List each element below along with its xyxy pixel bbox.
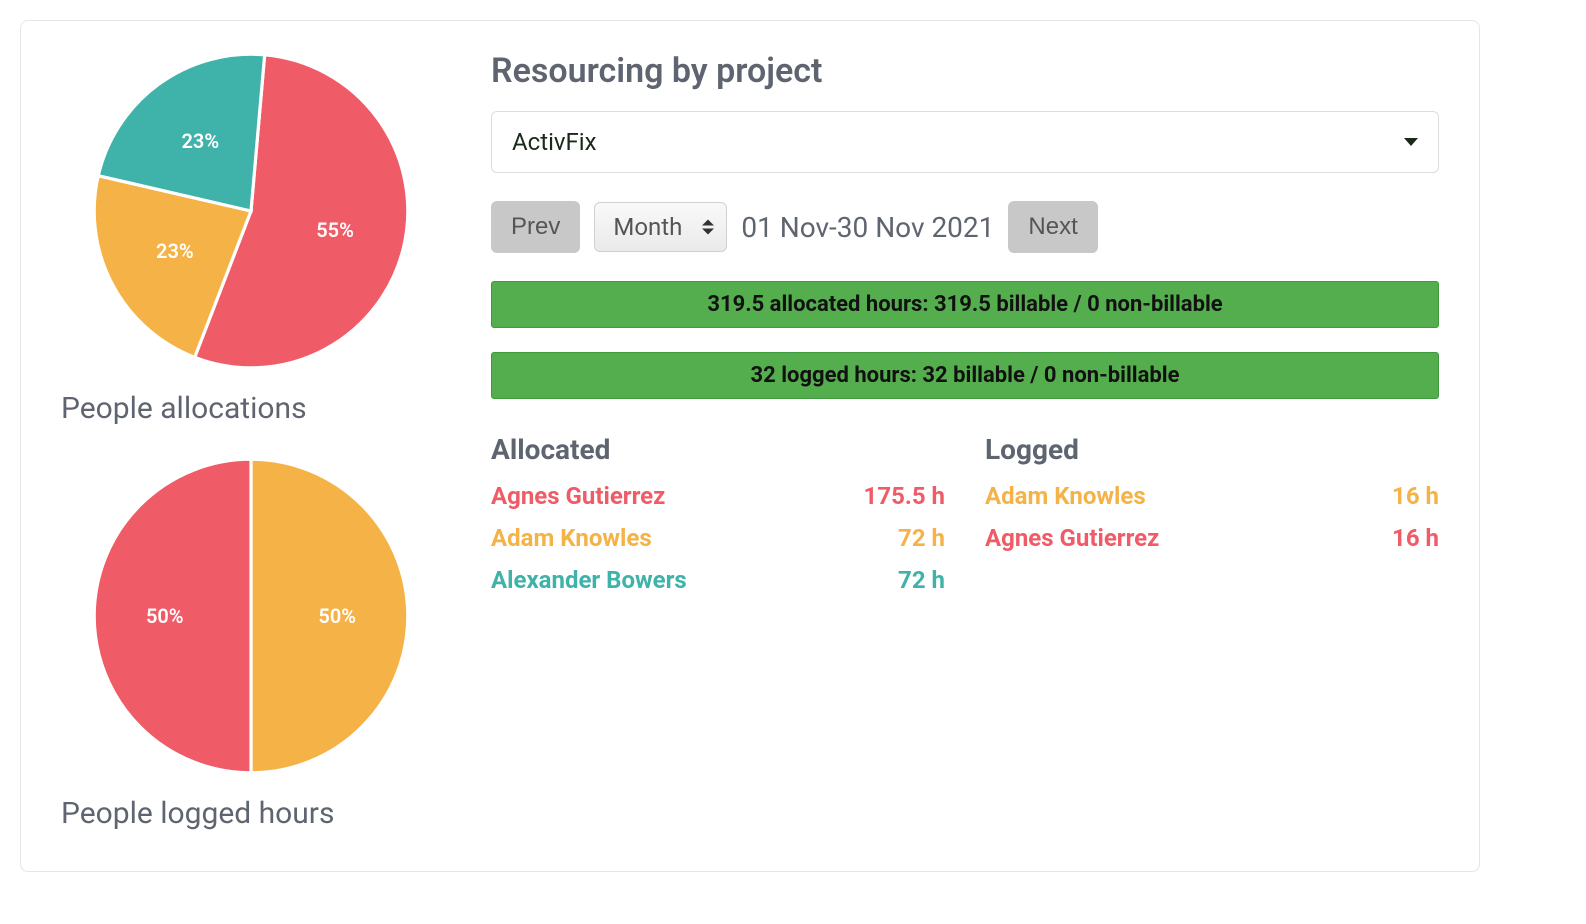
- allocations-pie-svg: [91, 51, 411, 371]
- logged-heading: Logged: [985, 433, 1439, 466]
- person-hours: 16 h: [1392, 524, 1439, 552]
- pie-slice-label: 23%: [156, 239, 194, 263]
- logged-pie-chart: 50% 50%: [91, 456, 411, 776]
- logged-hours-bar: 32 logged hours: 32 billable / 0 non-bil…: [491, 352, 1439, 399]
- date-range: 01 Nov-30 Nov 2021: [741, 211, 994, 244]
- pie-slice-label: 55%: [316, 218, 354, 242]
- logged-pie-svg: [91, 456, 411, 776]
- person-hours: 16 h: [1392, 482, 1439, 510]
- details-column: Resourcing by project ActivFix Prev Mont…: [491, 51, 1439, 831]
- person-row: Agnes Gutierrez 175.5 h: [491, 482, 945, 510]
- pie-slice-label: 50%: [318, 604, 356, 628]
- project-select-value: ActivFix: [512, 128, 597, 156]
- pie-slice-label: 50%: [146, 604, 184, 628]
- person-row: Agnes Gutierrez 16 h: [985, 524, 1439, 552]
- logged-pie-block: 50% 50% People logged hours: [61, 456, 441, 831]
- period-select-value: Month: [613, 213, 682, 241]
- stepper-icon: [702, 220, 714, 235]
- pie-slice-label: 23%: [182, 129, 220, 153]
- person-hours: 72 h: [898, 524, 945, 552]
- person-hours: 175.5 h: [864, 482, 945, 510]
- section-title: Resourcing by project: [491, 51, 1439, 91]
- hours-columns: Allocated Agnes Gutierrez 175.5 h Adam Kno…: [491, 433, 1439, 608]
- period-nav: Prev Month 01 Nov-30 Nov 2021 Next: [491, 201, 1439, 253]
- allocated-column: Allocated Agnes Gutierrez 175.5 h Adam Kno…: [491, 433, 945, 608]
- charts-column: 55% 23% 23% People allocations 50% 50% Peop…: [61, 51, 441, 831]
- caret-down-icon: [1404, 138, 1418, 146]
- person-name[interactable]: Agnes Gutierrez: [491, 482, 665, 510]
- person-row: Adam Knowles 72 h: [491, 524, 945, 552]
- allocations-caption: People allocations: [61, 391, 307, 426]
- person-name[interactable]: Alexander Bowers: [491, 566, 687, 594]
- allocations-pie-chart: 55% 23% 23%: [91, 51, 411, 371]
- person-row: Alexander Bowers 72 h: [491, 566, 945, 594]
- allocations-pie-block: 55% 23% 23% People allocations: [61, 51, 441, 426]
- person-name[interactable]: Adam Knowles: [491, 524, 652, 552]
- prev-button[interactable]: Prev: [491, 201, 580, 253]
- next-button[interactable]: Next: [1008, 201, 1097, 253]
- period-select[interactable]: Month: [594, 202, 727, 252]
- person-name[interactable]: Adam Knowles: [985, 482, 1146, 510]
- logged-caption: People logged hours: [61, 796, 334, 831]
- person-hours: 72 h: [898, 566, 945, 594]
- project-select[interactable]: ActivFix: [491, 111, 1439, 173]
- allocated-hours-bar: 319.5 allocated hours: 319.5 billable / …: [491, 281, 1439, 328]
- resourcing-card: 55% 23% 23% People allocations 50% 50% Peop…: [20, 20, 1480, 872]
- allocated-heading: Allocated: [491, 433, 945, 466]
- person-row: Adam Knowles 16 h: [985, 482, 1439, 510]
- logged-column: Logged Adam Knowles 16 h Agnes Gutierrez 16…: [985, 433, 1439, 608]
- person-name[interactable]: Agnes Gutierrez: [985, 524, 1159, 552]
